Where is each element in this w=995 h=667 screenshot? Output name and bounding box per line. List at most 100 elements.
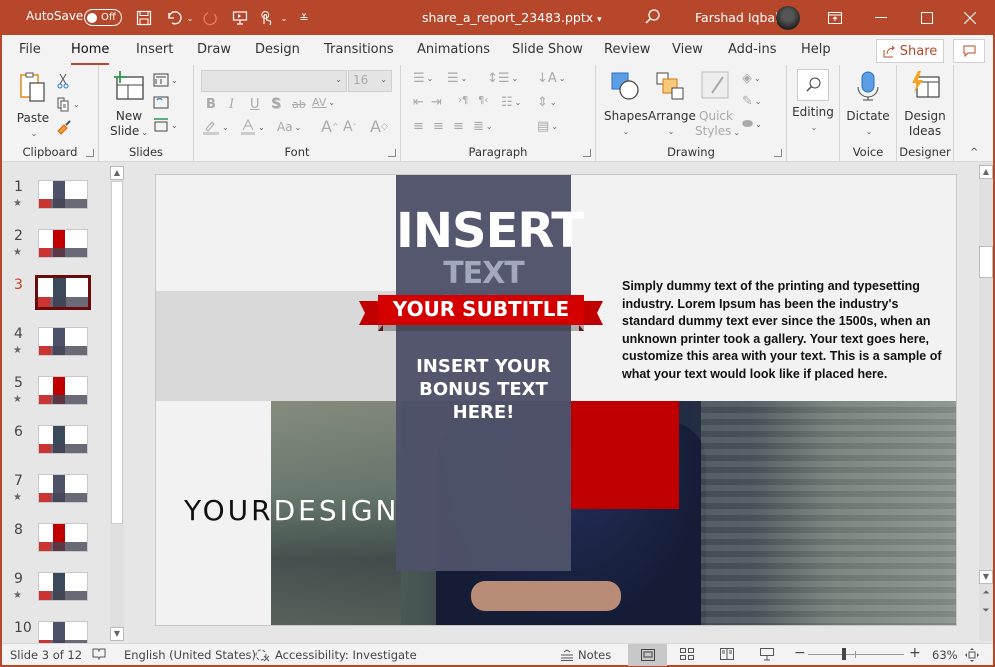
decrease-indent-icon[interactable]: ⇤ [413,95,424,110]
align-text-icon[interactable]: ⇕ ⌄ [537,95,557,110]
accessibility-status[interactable]: Accessibility: Investigate [255,648,417,662]
slide-counter[interactable]: Slide 3 of 12 [10,648,82,662]
undo-dropdown-icon[interactable]: ⌄ [180,8,200,28]
notes-button[interactable]: Notes [560,648,611,662]
touch-mode-icon[interactable] [256,8,276,28]
shadow-button[interactable]: S [271,96,281,112]
save-icon[interactable] [134,8,154,28]
decrease-font-size-icon[interactable]: Aˇ [343,119,357,135]
text-direction-icon[interactable]: ↓A ⌄ [537,71,566,86]
spell-check-icon[interactable] [92,648,106,661]
slide-thumbnail[interactable] [38,425,88,454]
font-name-combo[interactable]: ⌄ [201,70,347,92]
slide-thumbnail[interactable] [38,572,88,601]
tab-help[interactable]: Help [801,42,831,64]
language-status[interactable]: English (United States) [124,648,256,662]
reset-slide-icon[interactable] [153,95,169,109]
columns-icon[interactable]: ☷ ⌄ [501,95,521,110]
zoom-slider[interactable] [808,648,904,660]
char-spacing-button[interactable]: AV ⌄ [312,96,335,109]
slide-thumbnail[interactable] [38,327,88,356]
tab-view[interactable]: View [672,42,703,64]
ribbon-display-icon[interactable] [812,0,858,35]
your-design-text[interactable]: YOURDESIGN [184,494,400,527]
clipboard-launcher-icon[interactable] [86,149,94,157]
slide-sorter-icon[interactable] [680,648,694,660]
increase-indent-icon[interactable]: ⇥ [431,95,442,110]
copy-icon[interactable]: ⌄ [55,96,80,112]
bonus-text[interactable]: INSERT YOUR BONUS TEXT HERE! [396,355,571,424]
zoom-out-button[interactable]: − [794,645,806,661]
tab-design[interactable]: Design [255,42,300,64]
scroll-down-icon[interactable]: ▼ [110,627,124,641]
minimize-icon[interactable] [858,0,904,35]
maximize-icon[interactable] [904,0,950,35]
zoom-slider-thumb[interactable] [842,648,847,660]
slide-subtitle[interactable]: YOUR SUBTITLE [378,296,584,322]
slide-thumbnail[interactable] [35,275,91,310]
main-scrollbar[interactable]: ▲ ▼ ⏶ ⏷ [979,163,993,641]
font-color-icon[interactable]: ⌄ [240,119,265,135]
present-icon[interactable] [230,8,250,28]
new-slide-button[interactable]: New Slide ⌄ [109,71,149,140]
slide-thumbnail[interactable] [38,474,88,503]
font-size-combo[interactable]: 16 ⌄ [348,70,392,92]
tab-review[interactable]: Review [604,42,650,64]
thumbnails-scroll-thumb[interactable] [111,181,123,524]
tab-file[interactable]: File [19,42,41,64]
increase-font-size-icon[interactable]: A ^ [321,117,339,136]
editing-button[interactable]: Editing ⌄ [791,69,835,135]
slide-thumbnail[interactable] [38,523,88,552]
slide-title-1[interactable]: INSERT [396,205,584,257]
scroll-down-icon[interactable]: ▼ [979,570,993,584]
tab-add-ins[interactable]: Add-ins [728,42,776,64]
tab-animations[interactable]: Animations [417,42,490,64]
justify-icon[interactable]: ≣ ⌄ [473,119,493,134]
previous-slide-icon[interactable]: ⏶ [979,588,993,598]
normal-view-button[interactable] [628,644,667,666]
italic-button[interactable]: I [229,97,234,112]
customize-qat-icon[interactable]: ≚ [294,8,314,28]
search-icon[interactable] [643,7,663,27]
align-center-icon[interactable]: ≡ [433,119,444,134]
underline-button[interactable]: U [250,97,260,112]
shape-effects-icon[interactable]: ⬬ ⌄ [742,117,762,132]
numbering-icon[interactable]: ☰ ⌄ [447,71,467,86]
document-title[interactable]: share_a_report_23483.pptx ▾ [422,10,602,25]
tab-transitions[interactable]: Transitions [324,42,394,64]
user-name[interactable]: Farshad Iqbal [695,10,779,25]
slide-thumbnail[interactable] [38,376,88,405]
thumbnails-scrollbar[interactable]: ▲ ▼ [110,166,124,641]
share-button[interactable]: Share [876,39,944,63]
format-painter-icon[interactable] [56,119,72,135]
paste-button[interactable]: Paste ⌄ [16,71,50,141]
fit-to-window-icon[interactable] [965,648,979,662]
smartart-icon[interactable]: ▤ ⌄ [537,119,558,134]
next-slide-icon[interactable]: ⏷ [979,606,993,616]
body-text[interactable]: Simply dummy text of the printing and ty… [622,278,952,383]
clear-formatting-icon[interactable]: A ◇ [370,117,388,136]
bold-button[interactable]: B [206,97,216,112]
touch-dropdown-icon[interactable]: ⌄ [274,8,294,28]
slide-canvas[interactable]: INSERT TEXT HERE YOUR SUBTITLE INSERT YO… [155,174,957,626]
slide-thumbnail[interactable] [38,229,88,258]
scroll-up-icon[interactable]: ▲ [979,165,993,179]
section-icon[interactable]: ⌄ [153,118,178,132]
layout-icon[interactable]: ⌄ [153,73,178,87]
reading-view-icon[interactable] [720,648,734,660]
tab-draw[interactable]: Draw [197,42,231,64]
zoom-level[interactable]: 63% [932,648,958,662]
design-ideas-button[interactable]: Design Ideas [903,71,947,139]
slide-thumbnail[interactable] [38,180,88,209]
rtl-icon[interactable]: ¶‹ [478,95,488,106]
ltr-icon[interactable]: ›¶ [458,95,468,106]
dictate-button[interactable]: Dictate ⌄ [846,71,890,139]
shapes-button[interactable]: Shapes ⌄ [604,71,648,139]
tab-slide-show[interactable]: Slide Show [512,42,583,64]
font-launcher-icon[interactable] [388,149,396,157]
close-icon[interactable] [947,0,993,35]
collapse-ribbon-icon[interactable]: ^ [970,147,978,158]
paragraph-launcher-icon[interactable] [583,149,591,157]
bullets-icon[interactable]: ☰ ⌄ [413,71,433,86]
align-right-icon[interactable]: ≡ [453,119,464,134]
